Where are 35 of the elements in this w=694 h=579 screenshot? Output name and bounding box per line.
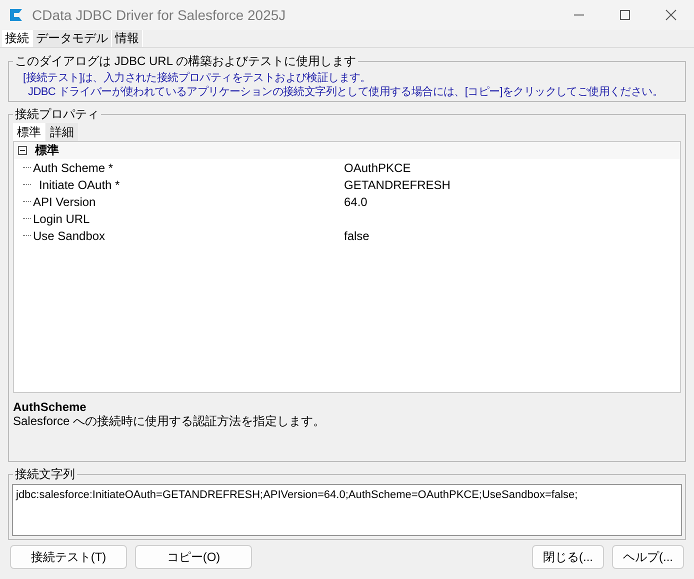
property-name[interactable]: Initiate OAuth * <box>33 178 120 192</box>
group-legend: 接続文字列 <box>13 467 77 481</box>
property-value[interactable]: OAuthPKCE <box>344 160 411 174</box>
tab[interactable]: データモデル <box>33 30 112 47</box>
info-text: JDBC ドライバーが使われているアプリケーションの接続文字列として使用する場合には、[コピー]をクリックしてご使用ください。 <box>27 85 664 99</box>
tree-line <box>23 167 31 168</box>
app-logo-icon <box>8 7 24 23</box>
property-name[interactable]: Use Sandbox <box>33 228 106 242</box>
collapse-icon[interactable] <box>18 146 27 155</box>
dialog-button[interactable]: コピー(O) <box>135 545 252 569</box>
tab[interactable]: 標準 <box>13 123 45 141</box>
connection-string-field[interactable]: jdbc:salesforce:InitiateOAuth=GETANDREFRESH;APIVersion=64.0;AuthScheme=OAuthPKCE;UseSandbox=false; <box>12 484 682 536</box>
property-name[interactable]: API Version <box>33 194 96 208</box>
tree-line <box>23 184 31 185</box>
property-name[interactable]: Login URL <box>33 212 90 226</box>
property-value[interactable]: 64.0 <box>344 194 368 208</box>
property-name[interactable]: Auth Scheme * <box>33 160 114 174</box>
property-value[interactable]: false <box>344 228 370 242</box>
tree-line <box>23 201 31 202</box>
tab[interactable]: 情報 <box>112 30 143 47</box>
tree-line <box>23 218 31 219</box>
info-text: [接続テスト]は、入力された接続プロパティをテストおよび検証します。 <box>23 71 372 85</box>
category-label: 標準 <box>35 142 59 159</box>
tab[interactable]: 詳細 <box>46 123 78 141</box>
property-value[interactable]: GETANDREFRESH <box>344 178 450 192</box>
description-title: AuthScheme <box>13 400 88 414</box>
dialog-button[interactable]: ヘルプ(... <box>612 545 684 569</box>
group-legend: このダイアログは JDBC URL の構築およびテストに使用します <box>13 54 358 68</box>
window-title: CData JDBC Driver for Salesforce 2025J <box>32 7 287 23</box>
tree-line <box>23 235 31 236</box>
group-legend: 接続プロパティ <box>13 107 101 121</box>
dialog-button[interactable]: 閉じる(... <box>532 545 604 569</box>
tab[interactable]: 接続 <box>2 30 33 47</box>
description-text: Salesforce への接続時に使用する認証方法を指定します。 <box>13 414 326 428</box>
dialog-button[interactable]: 接続テスト(T) <box>10 545 127 569</box>
